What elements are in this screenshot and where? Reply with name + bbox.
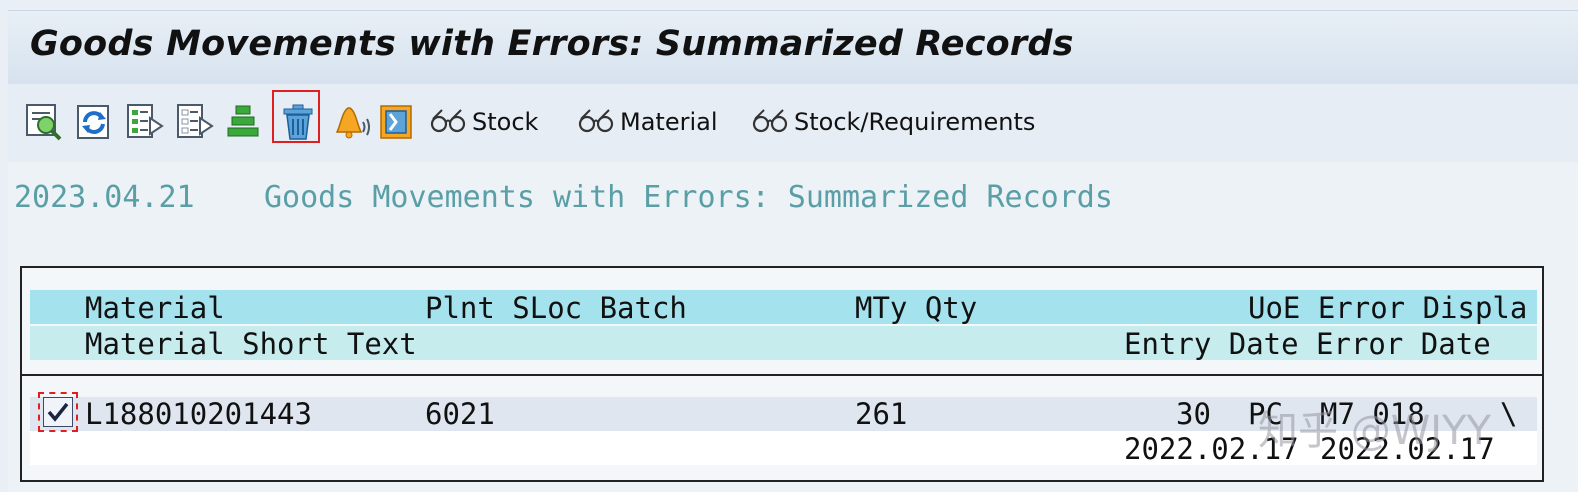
selected-button-highlight	[272, 90, 320, 143]
select-all-icon[interactable]	[124, 102, 164, 142]
stock-requirements-button[interactable]: Stock/Requirements	[750, 102, 1035, 142]
cell-material: L188010201443	[85, 397, 312, 431]
col-header-plnt-sloc-batch[interactable]: Plnt SLoc Batch	[425, 291, 687, 325]
report-title: Goods Movements with Errors: Summarized …	[264, 180, 1113, 215]
col-header-short-text[interactable]: Material Short Text	[85, 327, 417, 361]
glasses-icon	[430, 109, 466, 133]
stock-button-label: Stock	[472, 108, 539, 136]
cell-displa: \	[1500, 397, 1518, 431]
report-date: 2023.04.21	[14, 180, 195, 215]
material-button-label: Material	[620, 108, 718, 136]
col-header-mty-qty[interactable]: MTy Qty	[855, 291, 977, 325]
deselect-all-icon[interactable]	[174, 102, 214, 142]
col-header-material[interactable]: Material	[85, 291, 225, 325]
page-title: Goods Movements with Errors: Summarized …	[30, 24, 1074, 64]
application-toolbar: Stock Material Stock/Requirements	[8, 84, 1578, 163]
stock-requirements-button-label: Stock/Requirements	[794, 108, 1036, 136]
glasses-icon	[578, 109, 614, 133]
sort-icon[interactable]	[224, 102, 264, 142]
title-bar: Goods Movements with Errors: Summarized …	[8, 10, 1578, 85]
watermark: 知乎 @WJYY	[1258, 408, 1491, 454]
material-button[interactable]: Material	[576, 102, 718, 142]
detail-icon[interactable]	[24, 102, 64, 142]
header-separator	[22, 374, 1542, 376]
col-header-uoe-error-displa[interactable]: UoE Error Displa	[1248, 291, 1527, 325]
bookmark-icon[interactable]	[376, 102, 416, 142]
glasses-icon	[752, 109, 788, 133]
cell-movement-type: 261	[855, 397, 908, 431]
col-header-entry-error-date[interactable]: Entry Date Error Date	[1124, 327, 1491, 361]
stock-button[interactable]: Stock	[428, 102, 538, 142]
cell-quantity: 30	[1176, 397, 1211, 431]
notification-bell-icon[interactable]	[332, 102, 372, 142]
refresh-icon[interactable]	[74, 102, 114, 142]
checkbox-focus-frame	[38, 392, 78, 432]
cell-plant: 6021	[425, 397, 495, 431]
